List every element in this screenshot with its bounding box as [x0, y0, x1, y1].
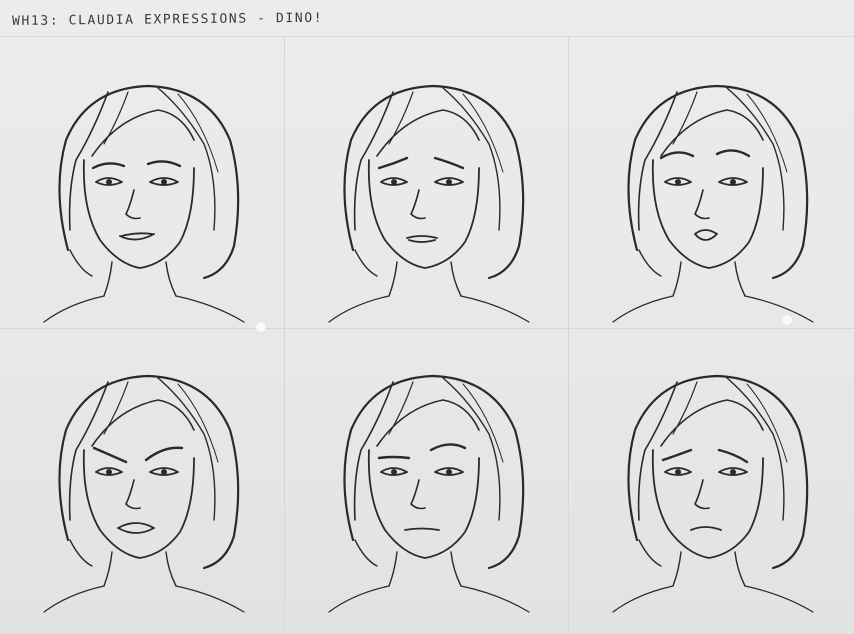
face-outline	[367, 449, 480, 559]
left-eyebrow	[92, 446, 128, 464]
face-outline	[82, 159, 195, 269]
nose	[694, 189, 710, 220]
mouth	[119, 232, 155, 241]
face-drawing-surprised	[612, 84, 814, 323]
hair-tip	[354, 249, 378, 277]
face-drawing-confident	[43, 84, 245, 323]
sketch-sheet: WH13: CLAUDIA EXPRESSIONS - DINO!	[0, 0, 854, 634]
head-group	[328, 374, 530, 613]
shoulder-line	[612, 295, 814, 323]
left-pupil	[675, 179, 681, 185]
grid-line-top	[0, 36, 854, 37]
nose	[125, 189, 141, 220]
nose	[694, 479, 710, 510]
hair-tip	[354, 539, 378, 567]
hair-outline	[627, 84, 809, 280]
hair-tip	[69, 539, 93, 567]
hair-outline	[627, 374, 809, 570]
face-outline	[651, 159, 764, 269]
fringe	[376, 399, 480, 447]
head-group	[328, 84, 530, 323]
fringe	[91, 109, 195, 157]
face-outline	[82, 449, 195, 559]
fringe	[660, 109, 764, 157]
left-pupil	[675, 469, 681, 475]
sheet-title: WH13: CLAUDIA EXPRESSIONS - DINO!	[12, 10, 324, 29]
left-eyebrow	[377, 156, 409, 170]
left-eyebrow	[91, 162, 126, 170]
mouth	[117, 522, 155, 534]
hair-strand	[726, 377, 785, 521]
mouth	[406, 235, 438, 243]
right-eyebrow	[146, 160, 182, 168]
hair-outline	[343, 374, 525, 570]
right-pupil	[161, 179, 167, 185]
right-eyebrow	[715, 149, 751, 158]
mouth	[404, 527, 440, 531]
left-pupil	[391, 179, 397, 185]
left-eyebrow	[659, 151, 695, 160]
face-drawing-angry	[43, 374, 245, 613]
fringe	[376, 109, 480, 157]
mouth	[690, 526, 722, 531]
right-eyebrow	[433, 156, 465, 170]
expression-panel-worried	[285, 40, 569, 328]
face-drawing-worried	[328, 84, 530, 323]
face-drawing-skeptical	[328, 374, 530, 613]
hair-tip	[638, 249, 662, 277]
face-outline	[651, 449, 764, 559]
hair-tip	[638, 539, 662, 567]
hair-outline	[58, 84, 240, 280]
expression-panel-sad	[569, 330, 853, 630]
fringe	[660, 399, 764, 447]
hair-strand	[157, 87, 216, 231]
right-pupil	[446, 469, 452, 475]
face-outline	[367, 159, 480, 269]
head-group	[43, 374, 245, 613]
left-eyebrow	[661, 448, 693, 462]
right-eyebrow	[717, 448, 749, 464]
mouth	[694, 229, 718, 241]
grid-line-horizontal	[0, 328, 854, 329]
expression-panel-confident	[0, 40, 284, 328]
left-pupil	[106, 179, 112, 185]
left-eyebrow	[377, 455, 411, 460]
right-pupil	[161, 469, 167, 475]
hair-outline	[343, 84, 525, 280]
left-pupil	[391, 469, 397, 475]
head-group	[612, 374, 814, 613]
left-pupil	[106, 469, 112, 475]
shoulder-line	[43, 295, 245, 323]
hair-strand	[726, 87, 785, 231]
shoulder-line	[328, 295, 530, 323]
nose	[410, 479, 426, 510]
shoulder-line	[43, 585, 245, 613]
hair-tip	[69, 249, 93, 277]
right-pupil	[730, 469, 736, 475]
right-eyebrow	[429, 443, 467, 452]
nose	[125, 479, 141, 510]
hair-outline	[58, 374, 240, 570]
expression-panel-surprised	[569, 40, 853, 328]
right-pupil	[446, 179, 452, 185]
head-group	[43, 84, 245, 323]
expression-panel-skeptical	[285, 330, 569, 630]
fringe	[91, 399, 195, 447]
hair-strand	[442, 377, 501, 521]
shoulder-line	[612, 585, 814, 613]
face-drawing-sad	[612, 374, 814, 613]
right-pupil	[730, 179, 736, 185]
hair-strand	[442, 87, 501, 231]
shoulder-line	[328, 585, 530, 613]
head-group	[612, 84, 814, 323]
right-eyebrow	[144, 446, 184, 462]
nose	[410, 189, 426, 220]
expression-panel-angry	[0, 330, 284, 630]
